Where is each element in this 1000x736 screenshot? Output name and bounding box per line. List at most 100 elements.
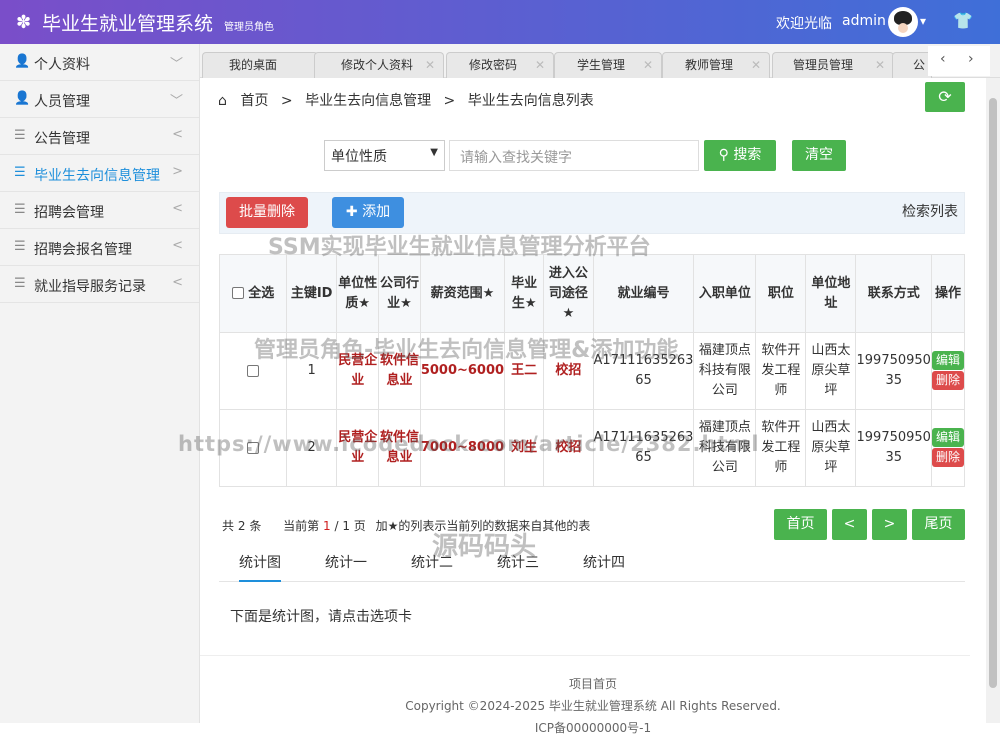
th-label: 进入公司途径★: [548, 265, 588, 321]
cell-unit-nature: 民营企业: [336, 332, 380, 410]
tab-stats-chart[interactable]: 统计图: [239, 552, 281, 582]
breadcrumb-separator: >: [443, 93, 456, 109]
row-select[interactable]: [219, 409, 287, 487]
cell-contact: 199750950 35: [855, 409, 932, 487]
row-select[interactable]: [219, 332, 287, 410]
checkbox[interactable]: [246, 364, 259, 377]
breadcrumb-level1[interactable]: 毕业生去向信息管理: [305, 93, 431, 109]
stats-tabs: 统计图 统计一 统计二 统计三 统计四: [219, 546, 965, 582]
role-label: 管理员角色: [224, 22, 274, 33]
page-scrollbar[interactable]: [986, 78, 1000, 723]
tab-label: 学生管理: [577, 58, 626, 72]
tab-stats-3[interactable]: 统计三: [497, 552, 539, 572]
footer-home-link[interactable]: 项目首页: [200, 675, 986, 692]
avatar[interactable]: [888, 7, 918, 37]
close-icon[interactable]: ✕: [535, 53, 545, 77]
chevron-left-icon: <: [172, 201, 183, 216]
sidebar-item-graduate-destination[interactable]: ☰ 毕业生去向信息管理 >: [0, 155, 199, 192]
theme-shirt-icon[interactable]: 👕: [953, 11, 973, 30]
sidebar-item-notice[interactable]: ☰ 公告管理 <: [0, 118, 199, 155]
tab-change-password[interactable]: 修改密码 ✕: [446, 52, 554, 78]
sidebar-item-profile[interactable]: 👤 个人资料 ﹀: [0, 44, 199, 81]
sidebar-item-jobfair[interactable]: ☰ 招聘会管理 <: [0, 192, 199, 229]
sidebar-item-label: 毕业生去向信息管理: [34, 168, 160, 184]
tab-desktop[interactable]: 我的桌面: [202, 52, 318, 78]
welcome-text: 欢迎光临: [776, 16, 832, 32]
total-count: 2: [237, 519, 246, 533]
cell-path: 校招: [543, 332, 594, 410]
th-unit-nature: 单位性质★: [336, 254, 380, 333]
th-label: 单位性质★: [338, 275, 378, 311]
chevron-left-icon: <: [172, 275, 183, 290]
sidebar-item-jobfair-signup[interactable]: ☰ 招聘会报名管理 <: [0, 229, 199, 266]
last-page-button[interactable]: 尾页: [912, 509, 965, 540]
data-table: 全选 主键ID 单位性质★ 公司行业★ 薪资范围★ 毕业生★ 进入公司途径★ 就…: [219, 254, 965, 487]
close-icon[interactable]: ✕: [751, 53, 761, 77]
footer-divider: [200, 655, 970, 656]
search-input[interactable]: 请输入查找关键字: [449, 140, 699, 171]
sidebar-item-personnel[interactable]: 👤 人员管理 ﹀: [0, 81, 199, 118]
list-icon: ☰: [14, 128, 26, 143]
breadcrumb-level2: 毕业生去向信息列表: [467, 93, 594, 109]
refresh-button[interactable]: ⟳: [925, 82, 965, 112]
close-icon[interactable]: ✕: [643, 53, 653, 77]
tab-stats-4[interactable]: 统计四: [583, 552, 625, 572]
cell-id: 2: [285, 409, 338, 487]
username[interactable]: admin: [842, 13, 886, 29]
pager-label: 尾页: [924, 516, 953, 532]
clear-button[interactable]: 清空: [792, 140, 846, 171]
th-path: 进入公司途径★: [543, 254, 594, 333]
chevron-left-icon: <: [172, 238, 183, 253]
close-icon[interactable]: ✕: [875, 53, 885, 77]
footer-icp: ICP备00000000号-1: [534, 721, 652, 735]
tab-partial[interactable]: 公: [892, 52, 932, 78]
tab-teachers[interactable]: 教师管理 ✕: [662, 52, 770, 78]
cell-unit-nature: 民营企业: [336, 409, 380, 487]
delete-button[interactable]: 删除: [932, 448, 964, 467]
th-label: 公司行业★: [379, 275, 419, 311]
scrollbar-thumb[interactable]: [989, 98, 997, 688]
sidebar-item-guidance[interactable]: ☰ 就业指导服务记录 <: [0, 266, 199, 303]
breadcrumb-home[interactable]: 首页: [240, 93, 268, 109]
search-button[interactable]: ⚲ 搜索: [704, 140, 776, 171]
prev-page-button[interactable]: <: [832, 509, 867, 540]
footer-copyright: Copyright ©2024-2025 毕业生就业管理系统 All Right…: [405, 699, 781, 713]
checkbox[interactable]: [231, 287, 244, 299]
sidebar-item-label: 个人资料: [34, 57, 90, 73]
list-icon: ☰: [14, 165, 26, 180]
edit-button[interactable]: 编辑: [932, 351, 964, 370]
list-icon: ☰: [14, 202, 26, 217]
tab-stats-1[interactable]: 统计一: [325, 552, 367, 572]
cell-ops: 编辑 删除: [931, 332, 965, 410]
edit-button[interactable]: 编辑: [932, 428, 964, 447]
user-icon: 👤: [14, 54, 31, 69]
top-header: ✽ 毕业生就业管理系统 管理员角色 欢迎光临 admin ▾ 👕: [0, 0, 1000, 44]
current-page: 1: [323, 519, 331, 533]
tab-admins[interactable]: 管理员管理 ✕: [772, 52, 894, 78]
breadcrumb: ⌂ 首页 > 毕业生去向信息管理 > 毕业生去向信息列表: [218, 90, 594, 110]
chevron-down-icon: ﹀: [169, 57, 183, 72]
cell-industry: 软件信息业: [378, 409, 421, 487]
chevron-down-icon[interactable]: ▾: [920, 14, 926, 28]
th-job-no: 就业编号: [592, 254, 695, 333]
arrow-right-icon[interactable]: ›: [968, 51, 974, 67]
table-row: 1 民营企业 软件信息业 5000~6000 王二 校招 A1711163526…: [219, 332, 965, 410]
field-select[interactable]: 单位性质 ▼: [324, 140, 445, 171]
cell-graduate: 王二: [504, 332, 545, 410]
tab-students[interactable]: 学生管理 ✕: [554, 52, 662, 78]
delete-button[interactable]: 删除: [932, 371, 964, 390]
th-select-all[interactable]: 全选: [219, 254, 287, 333]
next-page-button[interactable]: >: [872, 509, 907, 540]
pagination-info: 共 2 条 当前第 1 / 1 页 加★的列表示当前列的数据来自其他的表: [222, 517, 590, 534]
batch-delete-button[interactable]: 批量删除: [226, 197, 308, 228]
search-list-label: 检索列表: [902, 204, 958, 220]
close-icon[interactable]: ✕: [425, 53, 435, 77]
field-select-value: 单位性质: [331, 149, 387, 165]
add-button[interactable]: ✚ 添加: [332, 197, 404, 228]
tab-stats-2[interactable]: 统计二: [411, 552, 453, 572]
th-label: 联系方式: [867, 285, 920, 301]
arrow-left-icon[interactable]: ‹: [940, 51, 946, 67]
tab-edit-profile[interactable]: 修改个人资料 ✕: [314, 52, 444, 78]
checkbox[interactable]: [246, 441, 259, 454]
first-page-button[interactable]: 首页: [774, 509, 827, 540]
